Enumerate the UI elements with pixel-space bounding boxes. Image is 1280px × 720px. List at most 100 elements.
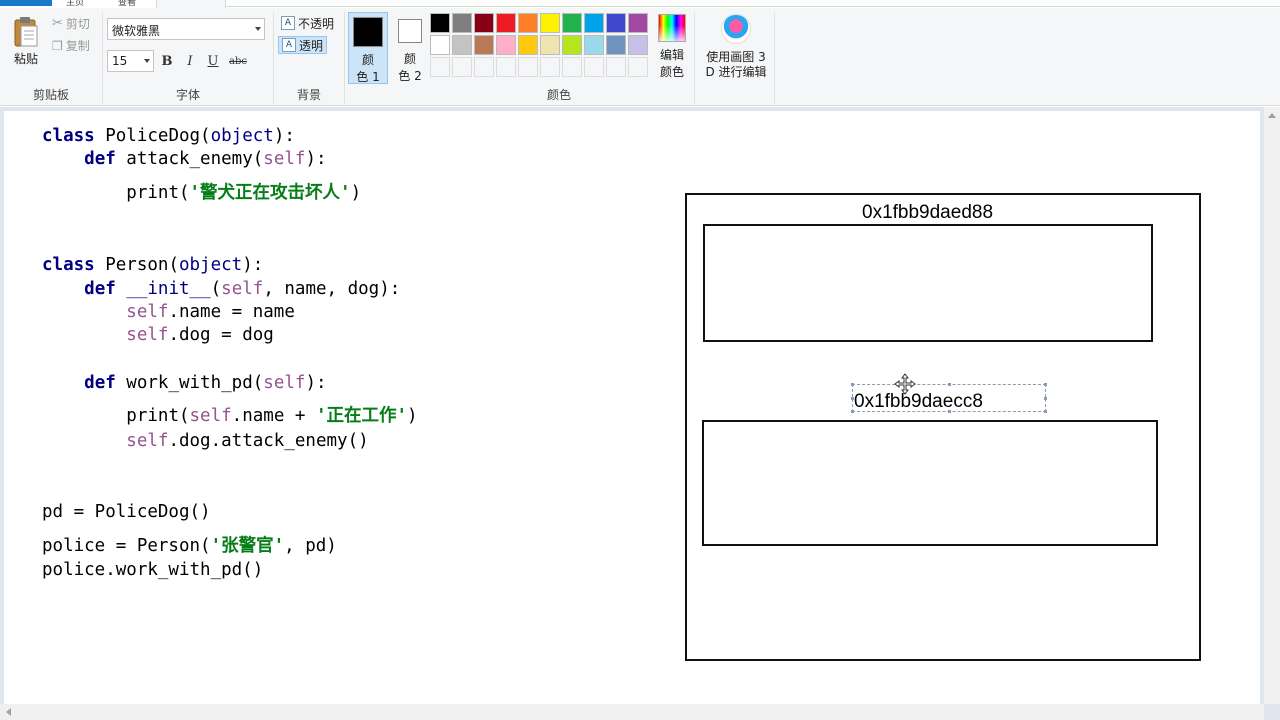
chevron-down-icon [144,59,150,63]
copy-button[interactable]: ❐ 复制 [52,37,90,54]
group-divider [774,12,775,104]
tab-view[interactable]: 查看 [118,0,136,6]
code-line: police = Person('张警官', pd) [42,536,337,556]
color2-swatch [398,19,422,43]
resize-handle[interactable] [1044,410,1047,413]
palette-color-swatch[interactable] [474,35,494,55]
transparent-button[interactable]: A 透明 [278,36,328,54]
palette-color-swatch[interactable] [518,13,538,33]
code-line: self.dog = dog [126,325,274,345]
text-selection-box[interactable] [851,383,1047,413]
scroll-up-icon[interactable] [1268,113,1276,118]
edit-colors-label-line1: 编辑 [659,48,684,62]
palette-custom-slot[interactable] [628,57,648,77]
paint3d-label-line2: D 进行编辑 [705,65,767,79]
italic-button[interactable]: I [181,54,199,70]
code-line: self.name = name [126,302,295,322]
background-group-label: 背景 [296,88,321,102]
opaque-button[interactable]: A 不透明 [278,14,337,32]
clipboard-group: 粘贴 ✂ 剪切 ❐ 复制 剪贴板 [0,8,102,106]
tab-strip-divider [226,6,1280,7]
underline-button[interactable]: U [204,54,222,70]
palette-custom-slot[interactable] [606,57,626,77]
palette-color-swatch[interactable] [452,35,472,55]
text-transparent-icon: A [282,38,296,52]
resize-handle[interactable] [1044,397,1047,400]
palette-color-swatch[interactable] [496,35,516,55]
palette-color-swatch[interactable] [606,13,626,33]
resize-handle[interactable] [851,383,854,386]
copy-icon: ❐ [52,38,63,53]
opaque-label: 不透明 [298,16,335,31]
palette-color-swatch[interactable] [518,35,538,55]
strikethrough-button[interactable]: abc [227,54,249,70]
code-line: class Person(object): [42,255,264,275]
palette-color-swatch[interactable] [628,35,648,55]
palette-custom-slot[interactable] [452,57,472,77]
palette-custom-slot[interactable] [496,57,516,77]
resize-handle[interactable] [948,383,951,386]
color1-label-line1: 颜 [361,53,374,67]
resize-handle[interactable] [1044,383,1047,386]
color1-button[interactable]: 颜 色 1 [348,12,388,84]
palette-custom-slot[interactable] [540,57,560,77]
code-line: print(self.name + '正在工作') [126,406,418,426]
edit-colors-button[interactable]: 编辑 颜色 [656,14,688,80]
palette-color-swatch[interactable] [430,13,450,33]
edit-colors-label-line2: 颜色 [659,65,684,79]
copy-label: 复制 [65,39,90,53]
bold-button[interactable]: B [158,54,176,70]
paint3d-icon [721,14,751,44]
palette-color-swatch[interactable] [628,13,648,33]
code-line: def attack_enemy(self): [84,149,327,169]
color2-button[interactable]: 颜 色 2 [390,12,430,84]
palette-custom-slot[interactable] [430,57,450,77]
palette-color-swatch[interactable] [562,13,582,33]
paint3d-button[interactable]: 使用画图 3 D 进行编辑 [702,14,770,80]
paste-button[interactable]: 粘贴 [14,50,38,67]
resize-handle[interactable] [948,410,951,413]
paint3d-label-line1: 使用画图 3 [706,50,766,64]
transparent-label: 透明 [299,38,324,53]
palette-custom-slot[interactable] [584,57,604,77]
palette-custom-slot[interactable] [474,57,494,77]
cut-button[interactable]: ✂ 剪切 [52,15,90,32]
color1-swatch [353,17,383,47]
scroll-left-icon[interactable] [6,708,11,716]
tab-home[interactable]: 主页 [66,0,84,6]
font-family-value: 微软雅黑 [112,24,161,38]
font-size-select[interactable]: 15 [107,50,154,72]
paste-icon[interactable] [12,16,40,48]
clipboard-group-label: 剪贴板 [32,88,69,102]
inner-box-top [703,224,1153,342]
vertical-scrollbar[interactable] [1264,107,1280,704]
text-opaque-icon: A [281,16,295,30]
font-size-value: 15 [112,54,128,68]
palette-color-swatch[interactable] [430,35,450,55]
font-group-label: 字体 [175,88,200,102]
palette-color-swatch[interactable] [606,35,626,55]
horizontal-scrollbar[interactable] [0,704,1264,720]
resize-handle[interactable] [851,410,854,413]
palette-color-swatch[interactable] [474,13,494,33]
code-line: police.work_with_pd() [42,560,264,580]
resize-handle[interactable] [851,397,854,400]
palette-color-swatch[interactable] [562,35,582,55]
palette-color-swatch[interactable] [540,13,560,33]
colors-group-label: 颜色 [546,88,571,102]
palette-color-swatch[interactable] [584,13,604,33]
color2-label-line2: 色 2 [398,69,422,83]
palette-color-swatch[interactable] [452,13,472,33]
palette-custom-slot[interactable] [562,57,582,77]
palette-color-swatch[interactable] [496,13,516,33]
palette-color-swatch[interactable] [540,35,560,55]
tab-file[interactable] [0,0,52,6]
code-line: def __init__(self, name, dog): [84,279,401,299]
palette-custom-slot[interactable] [518,57,538,77]
ribbon: 粘贴 ✂ 剪切 ❐ 复制 剪贴板 字体 微软雅黑 15 B I U abc 背景… [0,8,1280,106]
group-divider [694,12,695,104]
color-spectrum-icon [658,14,686,42]
palette-color-swatch[interactable] [584,35,604,55]
font-family-select[interactable]: 微软雅黑 [107,18,265,40]
code-line: pd = PoliceDog() [42,502,211,522]
